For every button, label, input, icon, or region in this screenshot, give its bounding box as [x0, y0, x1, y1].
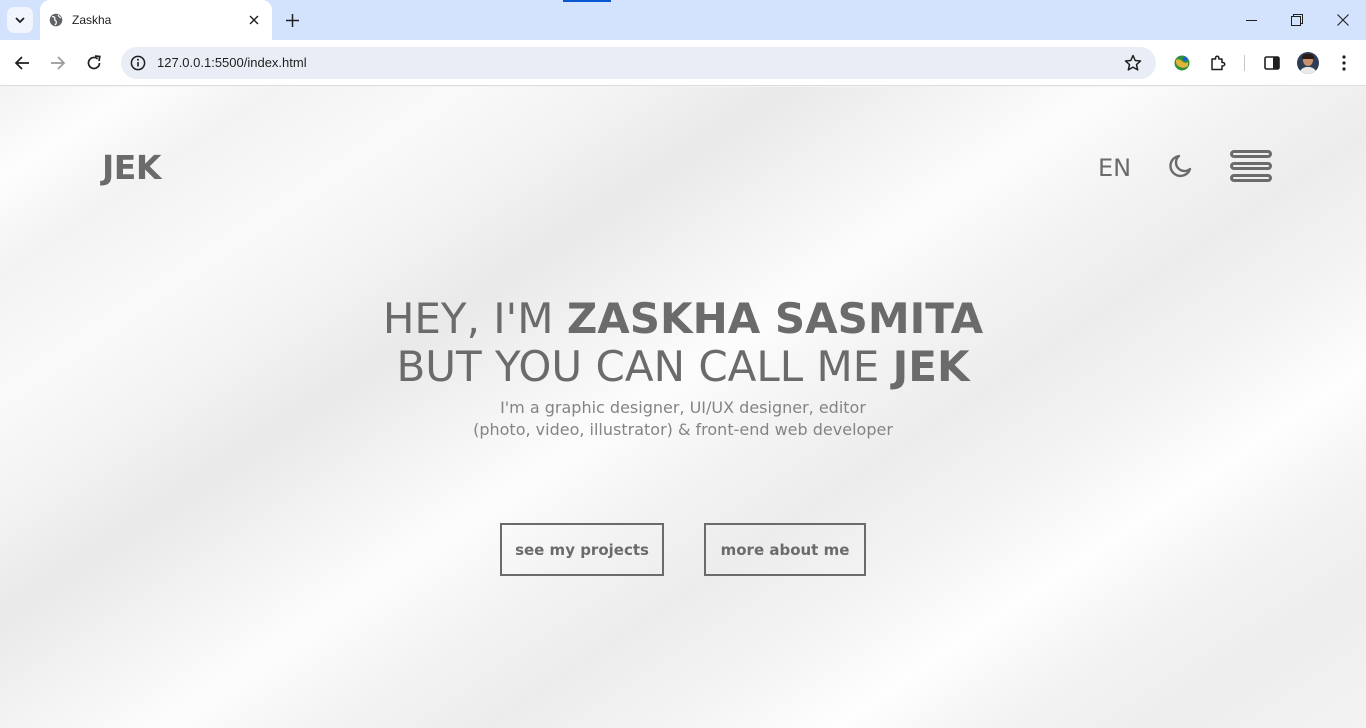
restore-icon[interactable]: [1274, 0, 1320, 40]
hero-section: HEY, I'M ZASKHA SASMITA BUT YOU CAN CALL…: [0, 295, 1366, 441]
hero-greeting: HEY, I'M: [382, 294, 567, 343]
hamburger-bar-top: [1230, 150, 1272, 158]
forward-icon[interactable]: [44, 49, 72, 77]
site-info-icon[interactable]: [130, 55, 146, 71]
globe-icon: [49, 13, 63, 27]
extension-globe-icon[interactable]: [1172, 53, 1192, 73]
profile-avatar[interactable]: [1297, 52, 1319, 74]
chevron-down-icon: [15, 17, 25, 24]
plus-icon[interactable]: [282, 10, 302, 30]
moon-icon[interactable]: [1167, 153, 1193, 179]
back-icon[interactable]: [8, 49, 36, 77]
avatar-hair: [1302, 54, 1314, 59]
hero-heading-line-2: BUT YOU CAN CALL ME JEK: [0, 343, 1366, 391]
hero-callme: BUT YOU CAN CALL ME: [396, 342, 893, 391]
close-icon[interactable]: [246, 12, 262, 28]
reload-icon[interactable]: [80, 49, 108, 77]
hamburger-icon[interactable]: [1230, 150, 1272, 182]
minimize-icon[interactable]: [1228, 0, 1274, 40]
browser-tab[interactable]: Zaskha: [40, 0, 272, 40]
hero-nickname: JEK: [892, 342, 970, 391]
browser-toolbar: 127.0.0.1:5500/index.html: [0, 40, 1366, 86]
tab-accent-bar: [563, 0, 611, 2]
puzzle-icon[interactable]: [1208, 53, 1228, 73]
tab-title: Zaskha: [72, 13, 112, 27]
hero-subtitle: I'm a graphic designer, UI/UX designer, …: [473, 398, 893, 439]
site-logo[interactable]: JEK: [102, 148, 161, 187]
avatar-shirt: [1299, 67, 1317, 74]
hamburger-bar-middle: [1230, 162, 1272, 170]
web-page: JEK EN HEY, I'M ZASKHA SASMITA BUT YOU C…: [0, 87, 1366, 728]
star-icon[interactable]: [1124, 54, 1142, 72]
language-switch[interactable]: EN: [1098, 154, 1131, 182]
hamburger-bar-bottom: [1230, 174, 1272, 182]
kebab-menu-icon[interactable]: [1334, 53, 1354, 73]
tab-search-button[interactable]: [7, 7, 33, 33]
tab-strip: Zaskha: [0, 0, 1366, 40]
hero-full-name: ZASKHA SASMITA: [566, 294, 984, 343]
address-bar[interactable]: 127.0.0.1:5500/index.html: [121, 47, 1156, 79]
url-text[interactable]: 127.0.0.1:5500/index.html: [157, 55, 307, 70]
side-panel-icon[interactable]: [1262, 53, 1282, 73]
toolbar-divider: [1244, 55, 1245, 71]
hero-heading-line-1: HEY, I'M ZASKHA SASMITA: [0, 295, 1366, 343]
more-about-me-button[interactable]: more about me: [704, 523, 866, 576]
see-projects-button[interactable]: see my projects: [500, 523, 664, 576]
close-window-icon[interactable]: [1320, 0, 1366, 40]
